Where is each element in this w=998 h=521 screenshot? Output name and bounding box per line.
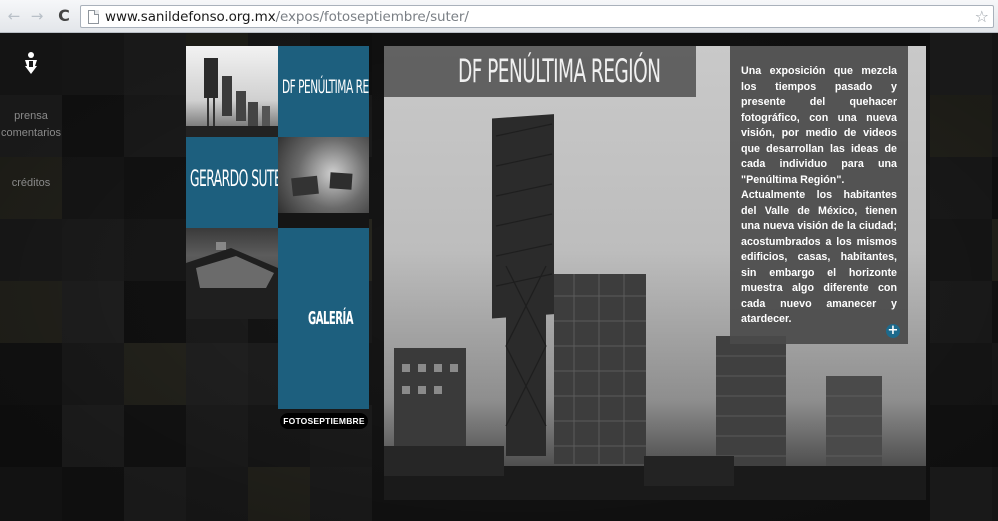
main-title: DF PENÚLTIMA REGIÓN	[458, 52, 661, 90]
address-bar[interactable]: www.sanildefonso.org.mx/expos/fotoseptie…	[80, 5, 994, 28]
sidebar-link-creditos[interactable]: créditos	[0, 176, 62, 190]
background-tile	[124, 219, 186, 281]
url-text[interactable]: www.sanildefonso.org.mx/expos/fotoseptie…	[105, 9, 469, 25]
background-tile	[124, 281, 186, 343]
description-paragraph-2: Actualmente los habitantes del Valle de …	[741, 189, 897, 325]
background-tile	[992, 467, 998, 521]
background-tile	[124, 95, 186, 157]
background-tile	[124, 467, 186, 521]
background-tile	[930, 467, 992, 521]
background-tile	[62, 343, 124, 405]
background-tile	[124, 343, 186, 405]
background-tile	[992, 95, 998, 157]
site-logo-icon[interactable]	[22, 51, 40, 75]
page-icon	[88, 10, 99, 24]
background-tile	[62, 281, 124, 343]
web-page: prensa comentarios créditos DF PENÚLTIMA…	[0, 33, 998, 521]
background-tile	[930, 405, 992, 467]
bookmark-star-icon[interactable]: ☆	[975, 7, 989, 26]
background-tile	[930, 95, 992, 157]
tile-df-penultima-region[interactable]: DF PENÚLTIMA REGIÓN	[278, 46, 369, 137]
description-box: Una exposición que mezcla los tiempos pa…	[730, 46, 908, 344]
sidebar-link-prensa[interactable]: prensa	[0, 109, 62, 123]
background-tile	[310, 467, 372, 521]
background-tile	[0, 219, 62, 281]
background-tile	[0, 405, 62, 467]
tents-photo	[186, 242, 278, 319]
background-tile	[930, 157, 992, 219]
background-tile	[62, 219, 124, 281]
photo-tile-sky[interactable]	[278, 137, 369, 228]
tile-galeria-title: GALERÍA	[308, 308, 354, 329]
background-tile	[62, 157, 124, 219]
background-tile	[992, 281, 998, 343]
background-tile	[992, 405, 998, 467]
background-tile	[62, 467, 124, 521]
reload-icon[interactable]: C	[54, 8, 74, 24]
background-tile	[124, 405, 186, 467]
description-paragraph-1: Una exposición que mezcla los tiempos pa…	[741, 65, 897, 186]
background-tile	[930, 281, 992, 343]
main-photo-panel: DF PENÚLTIMA REGIÓN Una exposición que m…	[384, 46, 926, 500]
background-tile	[0, 281, 62, 343]
exhibition-mosaic: DF PENÚLTIMA REGIÓN GERARDO SUTER GALERÍ…	[186, 46, 369, 409]
sidebar-link-comentarios[interactable]: comentarios	[0, 126, 62, 140]
background-tile	[992, 219, 998, 281]
background-tile	[62, 405, 124, 467]
background-tile	[930, 33, 992, 95]
url-host: www.sanildefonso.org.mx	[105, 9, 276, 25]
background-tile	[62, 95, 124, 157]
tile-gerardo-suter[interactable]: GERARDO SUTER	[186, 137, 278, 228]
back-arrow-icon[interactable]: ←	[4, 8, 24, 24]
fotoseptiembre-button[interactable]: FOTOSEPTIEMBRE	[280, 413, 368, 429]
description-text: Una exposición que mezcla los tiempos pa…	[741, 64, 897, 328]
background-tile	[0, 467, 62, 521]
tile-df-title: DF PENÚLTIMA REGIÓN	[282, 76, 369, 98]
background-tile	[0, 343, 62, 405]
background-tile	[248, 467, 310, 521]
background-tile	[992, 343, 998, 405]
background-tile	[62, 33, 124, 95]
tile-gerardo-title: GERARDO SUTER	[190, 167, 278, 192]
background-tile	[124, 157, 186, 219]
photo-tile-tents[interactable]	[186, 228, 278, 319]
background-tile	[186, 405, 248, 467]
background-tile	[186, 467, 248, 521]
forward-arrow-icon[interactable]: →	[27, 8, 47, 24]
photo-tile-billboards[interactable]	[186, 46, 278, 137]
browser-toolbar: ← → C www.sanildefonso.org.mx/expos/foto…	[0, 0, 998, 33]
background-tile	[992, 33, 998, 95]
url-path: /expos/fotoseptiembre/suter/	[275, 9, 469, 25]
plus-icon[interactable]: +	[886, 324, 900, 338]
background-tile	[930, 219, 992, 281]
title-banner: DF PENÚLTIMA REGIÓN	[384, 46, 696, 97]
background-tile	[930, 343, 992, 405]
sky-photo	[278, 172, 369, 228]
billboard-photo	[186, 58, 278, 137]
background-tile	[992, 157, 998, 219]
tile-galeria[interactable]: GALERÍA	[278, 228, 369, 409]
background-tile	[124, 33, 186, 95]
